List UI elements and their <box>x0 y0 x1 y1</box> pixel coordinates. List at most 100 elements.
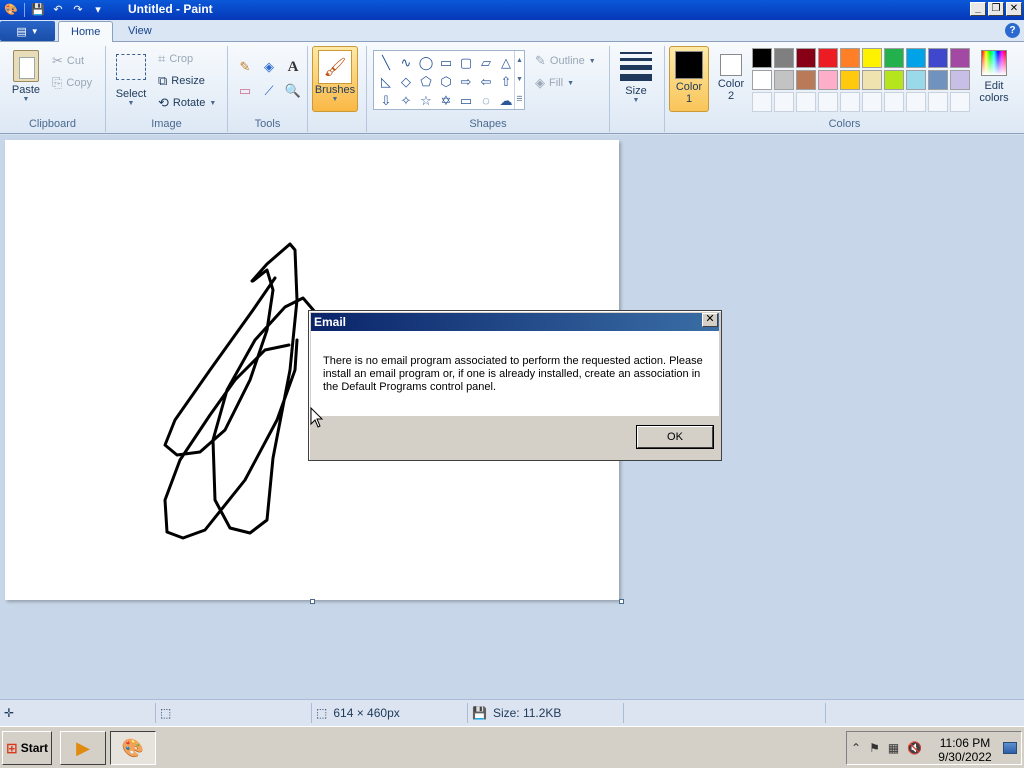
five-point-star-shape-icon[interactable]: ☆ <box>416 91 436 110</box>
down-arrow-shape-icon[interactable]: ⇩ <box>376 91 396 110</box>
restore-button[interactable]: ❐ <box>988 2 1004 16</box>
palette-color-swatch[interactable] <box>840 70 860 90</box>
outline-button[interactable]: ✎ Outline ▼ <box>535 54 596 68</box>
palette-color-swatch[interactable] <box>752 70 772 90</box>
palette-custom-slot[interactable] <box>906 92 926 112</box>
chevron-up-icon[interactable]: ▲ <box>516 57 523 64</box>
polygon-shape-icon[interactable]: ▱ <box>476 53 496 72</box>
crop-button[interactable]: ⌗ Crop <box>158 52 193 66</box>
action-center-flag-icon[interactable]: ⚑ <box>869 741 880 755</box>
text-icon[interactable]: A <box>282 56 304 78</box>
shapes-scrollbar[interactable]: ▲ ▼ ☰ <box>514 51 524 109</box>
palette-color-swatch[interactable] <box>818 48 838 68</box>
palette-custom-slot[interactable] <box>796 92 816 112</box>
four-point-star-shape-icon[interactable]: ✧ <box>396 91 416 110</box>
eraser-icon[interactable]: ▭ <box>234 80 256 102</box>
chevron-down-icon[interactable]: ▼ <box>516 76 523 83</box>
oval-shape-icon[interactable]: ◯ <box>416 53 436 72</box>
color-2-button[interactable]: Color 2 <box>711 46 751 112</box>
palette-custom-slot[interactable] <box>774 92 794 112</box>
save-icon[interactable]: 💾 <box>29 1 47 18</box>
close-button[interactable]: ✕ <box>1006 2 1022 16</box>
paint-menu-button[interactable]: ▤ ▼ <box>0 21 55 41</box>
palette-color-swatch[interactable] <box>906 70 926 90</box>
palette-custom-slot[interactable] <box>884 92 904 112</box>
color-1-button[interactable]: Color 1 <box>669 46 709 112</box>
customize-qat-icon[interactable]: ▾ <box>89 1 107 18</box>
hexagon-shape-icon[interactable]: ⬡ <box>436 72 456 91</box>
palette-color-swatch[interactable] <box>774 48 794 68</box>
rect-callout-shape-icon[interactable]: ▭ <box>456 91 476 110</box>
ok-button[interactable]: OK <box>636 425 714 449</box>
rotate-button[interactable]: ⟲ Rotate ▼ <box>158 96 216 110</box>
network-icon[interactable]: ▦ <box>888 741 899 755</box>
curve-shape-icon[interactable]: ∿ <box>396 53 416 72</box>
magnifier-icon[interactable]: 🔍 <box>282 80 304 102</box>
canvas-resize-handle-corner[interactable] <box>619 599 624 604</box>
right-arrow-shape-icon[interactable]: ⇨ <box>456 72 476 91</box>
left-arrow-shape-icon[interactable]: ⇦ <box>476 72 496 91</box>
minimize-button[interactable]: _ <box>970 2 986 16</box>
palette-color-swatch[interactable] <box>818 70 838 90</box>
select-button[interactable]: Select ▼ <box>112 54 150 107</box>
rectangle-shape-icon[interactable]: ▭ <box>436 53 456 72</box>
dialog-close-button[interactable]: ✕ <box>702 313 718 327</box>
cloud-callout-shape-icon[interactable]: ☁ <box>496 91 516 110</box>
palette-custom-slot[interactable] <box>862 92 882 112</box>
oval-callout-shape-icon[interactable]: ◌ <box>476 91 496 110</box>
six-point-star-shape-icon[interactable]: ✡ <box>436 91 456 110</box>
volume-muted-icon[interactable]: 🔇 <box>907 741 922 755</box>
palette-color-swatch[interactable] <box>840 48 860 68</box>
tab-home[interactable]: Home <box>58 21 114 42</box>
palette-color-swatch[interactable] <box>752 48 772 68</box>
copy-button[interactable]: ⎘ Copy <box>52 76 92 90</box>
right-triangle-shape-icon[interactable]: ◺ <box>376 72 396 91</box>
palette-color-swatch[interactable] <box>884 48 904 68</box>
expand-gallery-icon[interactable]: ☰ <box>516 95 522 103</box>
taskbar-media-player[interactable]: ▶ <box>60 731 106 765</box>
fill-button[interactable]: ◈ Fill ▼ <box>535 76 574 90</box>
resize-button[interactable]: ⧉ Resize <box>158 74 205 88</box>
redo-icon[interactable]: ↷ <box>69 1 87 18</box>
show-hidden-icons-icon[interactable]: ⌃ <box>851 741 861 755</box>
pencil-icon[interactable]: ✎ <box>234 56 256 78</box>
paste-button[interactable]: Paste ▼ <box>6 50 46 103</box>
fill-bucket-icon[interactable]: ◈ <box>258 56 280 78</box>
palette-color-swatch[interactable] <box>928 70 948 90</box>
palette-color-swatch[interactable] <box>884 70 904 90</box>
palette-custom-slot[interactable] <box>752 92 772 112</box>
show-desktop-icon[interactable] <box>1003 742 1017 754</box>
palette-color-swatch[interactable] <box>862 70 882 90</box>
palette-color-swatch[interactable] <box>774 70 794 90</box>
taskbar-paint[interactable]: 🎨 <box>110 731 156 765</box>
edit-colors-button[interactable]: Edit colors <box>974 48 1014 104</box>
palette-custom-slot[interactable] <box>818 92 838 112</box>
palette-color-swatch[interactable] <box>796 48 816 68</box>
palette-color-swatch[interactable] <box>906 48 926 68</box>
paint-app-icon[interactable]: 🎨 <box>2 1 20 18</box>
triangle-shape-icon[interactable]: △ <box>496 53 516 72</box>
diamond-shape-icon[interactable]: ◇ <box>396 72 416 91</box>
rounded-rectangle-shape-icon[interactable]: ▢ <box>456 53 476 72</box>
palette-color-swatch[interactable] <box>862 48 882 68</box>
pentagon-shape-icon[interactable]: ⬠ <box>416 72 436 91</box>
start-button[interactable]: ⊞ Start <box>2 731 52 765</box>
tray-clock[interactable]: 11:06 PM 9/30/2022 <box>933 736 997 764</box>
palette-custom-slot[interactable] <box>928 92 948 112</box>
canvas-resize-handle-bottom[interactable] <box>310 599 315 604</box>
size-button[interactable]: Size ▼ <box>614 46 658 104</box>
line-shape-icon[interactable]: ╲ <box>376 53 396 72</box>
palette-color-swatch[interactable] <box>950 70 970 90</box>
palette-color-swatch[interactable] <box>950 48 970 68</box>
palette-color-swatch[interactable] <box>796 70 816 90</box>
up-arrow-shape-icon[interactable]: ⇧ <box>496 72 516 91</box>
brushes-button[interactable]: 🖌 Brushes ▼ <box>312 46 358 112</box>
help-icon[interactable]: ? <box>1005 23 1020 38</box>
tab-view[interactable]: View <box>116 21 164 42</box>
palette-custom-slot[interactable] <box>950 92 970 112</box>
palette-custom-slot[interactable] <box>840 92 860 112</box>
cut-button[interactable]: ✂ Cut <box>52 54 84 68</box>
palette-color-swatch[interactable] <box>928 48 948 68</box>
color-picker-icon[interactable]: ⟋ <box>258 80 280 102</box>
undo-icon[interactable]: ↶ <box>49 1 67 18</box>
